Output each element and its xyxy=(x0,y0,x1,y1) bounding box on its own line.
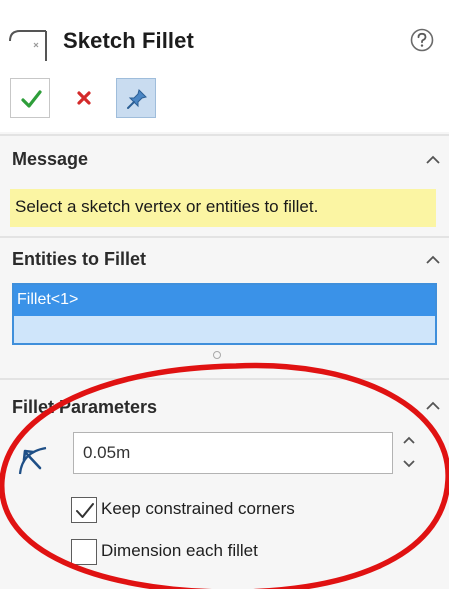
divider xyxy=(0,134,449,136)
collapse-parameters-icon[interactable] xyxy=(422,398,444,414)
help-icon[interactable] xyxy=(409,27,435,53)
resize-handle[interactable] xyxy=(213,351,221,359)
divider xyxy=(0,378,449,380)
message-box: Select a sketch vertex or entities to fi… xyxy=(10,189,436,227)
message-text: Select a sketch vertex or entities to fi… xyxy=(15,197,319,216)
panel-header: Sketch Fillet xyxy=(0,0,449,132)
dimension-each-fillet-label: Dimension each fillet xyxy=(101,541,258,560)
radius-spinner[interactable] xyxy=(398,430,420,474)
list-item-label: Fillet<1> xyxy=(17,291,79,308)
entities-group-title: Entities to Fillet xyxy=(12,249,147,269)
pin-button[interactable] xyxy=(116,78,156,118)
cancel-button[interactable] xyxy=(64,78,104,118)
divider xyxy=(0,236,449,238)
collapse-message-icon[interactable] xyxy=(422,152,444,168)
entities-listbox[interactable]: Fillet<1> xyxy=(12,283,437,345)
message-group-title: Message xyxy=(12,149,89,169)
keep-constrained-corners-label: Keep constrained corners xyxy=(101,499,295,518)
keep-constrained-corners-checkbox[interactable] xyxy=(71,497,97,523)
parameters-group-title: Fillet Parameters xyxy=(12,397,158,417)
fillet-radius-icon xyxy=(16,444,52,476)
property-manager-panel: Sketch Fillet Message Select a sketch ve… xyxy=(0,0,449,589)
checkmark-icon xyxy=(21,90,42,108)
sketch-fillet-icon xyxy=(6,27,54,67)
collapse-entities-icon[interactable] xyxy=(422,252,444,268)
radius-input[interactable] xyxy=(73,432,393,474)
checkmark-icon xyxy=(76,503,94,518)
pushpin-icon xyxy=(127,89,147,109)
spin-up-icon xyxy=(403,436,415,444)
spin-down-icon xyxy=(403,460,415,468)
dimension-each-fillet-checkbox[interactable] xyxy=(71,539,97,565)
list-item[interactable]: Fillet<1> xyxy=(14,285,435,316)
panel-title: Sketch Fillet xyxy=(63,28,194,53)
ok-button[interactable] xyxy=(10,78,50,118)
close-icon xyxy=(77,91,91,105)
